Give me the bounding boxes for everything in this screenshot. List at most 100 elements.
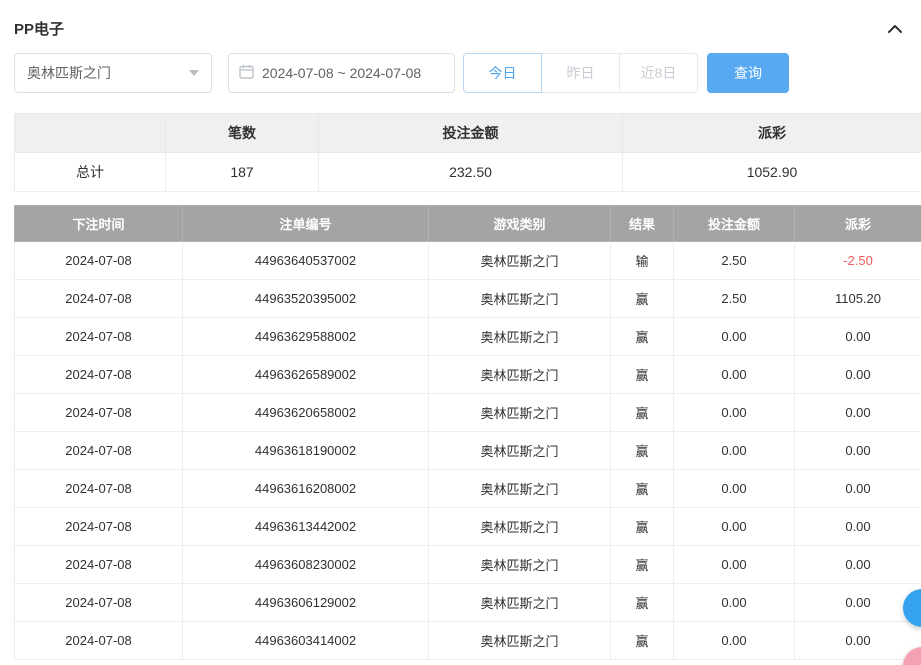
result-cell: 赢 xyxy=(611,622,674,660)
page-title: PP电子 xyxy=(14,18,64,39)
order-id-cell: 44963606129002 xyxy=(183,584,429,622)
summary-total-row: 总计 187 232.50 1052.90 xyxy=(15,153,921,192)
bet-time-cell: 2024-07-08 xyxy=(15,508,183,546)
game-type-cell: 奥林匹斯之门 xyxy=(429,394,611,432)
chevron-down-icon xyxy=(189,70,199,76)
header-order-id: 注单编号 xyxy=(183,206,429,242)
bet-amount-cell: 0.00 xyxy=(674,318,795,356)
result-cell: 赢 xyxy=(611,318,674,356)
order-id-cell: 44963520395002 xyxy=(183,280,429,318)
header-bet-amount: 投注金额 xyxy=(674,206,795,242)
bet-amount-cell: 0.00 xyxy=(674,584,795,622)
payout-cell: -2.50 xyxy=(795,242,921,280)
result-cell: 输 xyxy=(611,242,674,280)
header-payout: 派彩 xyxy=(795,206,921,242)
bet-time-cell: 2024-07-08 xyxy=(15,622,183,660)
result-cell: 赢 xyxy=(611,432,674,470)
panel-header: PP电子 xyxy=(0,0,921,39)
game-type-cell: 奥林匹斯之门 xyxy=(429,508,611,546)
bet-amount-cell: 0.00 xyxy=(674,356,795,394)
bet-amount-cell: 0.00 xyxy=(674,470,795,508)
bet-amount-cell: 0.00 xyxy=(674,546,795,584)
payout-cell: 0.00 xyxy=(795,546,921,584)
payout-cell: 0.00 xyxy=(795,622,921,660)
table-row: 2024-07-0844963613442002奥林匹斯之门赢0.000.00 xyxy=(15,508,921,546)
today-button[interactable]: 今日 xyxy=(463,53,542,93)
game-type-cell: 奥林匹斯之门 xyxy=(429,356,611,394)
game-type-cell: 奥林匹斯之门 xyxy=(429,280,611,318)
yesterday-button[interactable]: 昨日 xyxy=(541,53,620,93)
bet-amount-cell: 0.00 xyxy=(674,508,795,546)
payout-cell: 0.00 xyxy=(795,432,921,470)
order-id-cell: 44963603414002 xyxy=(183,622,429,660)
table-row: 2024-07-0844963608230002奥林匹斯之门赢0.000.00 xyxy=(15,546,921,584)
summary-header-count: 笔数 xyxy=(166,114,319,153)
payout-cell: 0.00 xyxy=(795,470,921,508)
pp-electronic-panel: PP电子 奥林匹斯之门 2024-07-08 ~ 2024-07-08 今日 昨… xyxy=(0,0,921,665)
summary-bet-amount-value: 232.50 xyxy=(319,153,623,192)
summary-table: 笔数 投注金额 派彩 总计 187 232.50 1052.90 xyxy=(14,113,921,192)
result-cell: 赢 xyxy=(611,584,674,622)
payout-cell: 0.00 xyxy=(795,508,921,546)
table-row: 2024-07-0844963603414002奥林匹斯之门赢0.000.00 xyxy=(15,622,921,660)
bet-time-cell: 2024-07-08 xyxy=(15,280,183,318)
bet-table-header-row: 下注时间 注单编号 游戏类别 结果 投注金额 派彩 xyxy=(15,206,921,242)
order-id-cell: 44963626589002 xyxy=(183,356,429,394)
filter-row: 奥林匹斯之门 2024-07-08 ~ 2024-07-08 今日 昨日 近8日… xyxy=(14,53,921,93)
bet-amount-cell: 2.50 xyxy=(674,280,795,318)
calendar-icon xyxy=(239,64,254,82)
bet-time-cell: 2024-07-08 xyxy=(15,242,183,280)
query-button[interactable]: 查询 xyxy=(707,53,789,93)
bet-time-cell: 2024-07-08 xyxy=(15,394,183,432)
summary-total-label: 总计 xyxy=(15,153,166,192)
game-type-cell: 奥林匹斯之门 xyxy=(429,622,611,660)
game-select[interactable]: 奥林匹斯之门 xyxy=(14,53,212,93)
game-type-cell: 奥林匹斯之门 xyxy=(429,584,611,622)
collapse-chevron-up-icon[interactable] xyxy=(887,24,903,34)
bet-table-body: 2024-07-0844963640537002奥林匹斯之门输2.50-2.50… xyxy=(15,242,921,660)
order-id-cell: 44963616208002 xyxy=(183,470,429,508)
bet-time-cell: 2024-07-08 xyxy=(15,546,183,584)
payout-cell: 0.00 xyxy=(795,318,921,356)
bet-amount-cell: 0.00 xyxy=(674,622,795,660)
bet-time-cell: 2024-07-08 xyxy=(15,318,183,356)
table-row: 2024-07-0844963629588002奥林匹斯之门赢0.000.00 xyxy=(15,318,921,356)
last-8-days-button[interactable]: 近8日 xyxy=(619,53,698,93)
payout-cell: 0.00 xyxy=(795,394,921,432)
table-row: 2024-07-0844963606129002奥林匹斯之门赢0.000.00 xyxy=(15,584,921,622)
bet-amount-cell: 0.00 xyxy=(674,432,795,470)
game-type-cell: 奥林匹斯之门 xyxy=(429,470,611,508)
date-range-picker[interactable]: 2024-07-08 ~ 2024-07-08 xyxy=(228,53,455,93)
result-cell: 赢 xyxy=(611,394,674,432)
bet-records-table: 下注时间 注单编号 游戏类别 结果 投注金额 派彩 2024-07-084496… xyxy=(14,205,921,660)
table-row: 2024-07-0844963618190002奥林匹斯之门赢0.000.00 xyxy=(15,432,921,470)
table-row: 2024-07-0844963520395002奥林匹斯之门赢2.501105.… xyxy=(15,280,921,318)
summary-header-bet-amount: 投注金额 xyxy=(319,114,623,153)
header-bet-time: 下注时间 xyxy=(15,206,183,242)
order-id-cell: 44963629588002 xyxy=(183,318,429,356)
order-id-cell: 44963618190002 xyxy=(183,432,429,470)
game-type-cell: 奥林匹斯之门 xyxy=(429,546,611,584)
payout-cell: 0.00 xyxy=(795,356,921,394)
bet-time-cell: 2024-07-08 xyxy=(15,356,183,394)
table-row: 2024-07-0844963620658002奥林匹斯之门赢0.000.00 xyxy=(15,394,921,432)
result-cell: 赢 xyxy=(611,280,674,318)
summary-count-value: 187 xyxy=(166,153,319,192)
game-type-cell: 奥林匹斯之门 xyxy=(429,432,611,470)
summary-header-payout: 派彩 xyxy=(623,114,921,153)
header-result: 结果 xyxy=(611,206,674,242)
bet-amount-cell: 2.50 xyxy=(674,242,795,280)
order-id-cell: 44963620658002 xyxy=(183,394,429,432)
table-row: 2024-07-0844963626589002奥林匹斯之门赢0.000.00 xyxy=(15,356,921,394)
table-row: 2024-07-0844963640537002奥林匹斯之门输2.50-2.50 xyxy=(15,242,921,280)
bet-time-cell: 2024-07-08 xyxy=(15,470,183,508)
bet-time-cell: 2024-07-08 xyxy=(15,584,183,622)
date-range-value: 2024-07-08 ~ 2024-07-08 xyxy=(262,65,421,81)
bet-amount-cell: 0.00 xyxy=(674,394,795,432)
result-cell: 赢 xyxy=(611,470,674,508)
table-row: 2024-07-0844963616208002奥林匹斯之门赢0.000.00 xyxy=(15,470,921,508)
game-select-value: 奥林匹斯之门 xyxy=(27,63,111,83)
bet-time-cell: 2024-07-08 xyxy=(15,432,183,470)
result-cell: 赢 xyxy=(611,356,674,394)
payout-cell: 0.00 xyxy=(795,584,921,622)
